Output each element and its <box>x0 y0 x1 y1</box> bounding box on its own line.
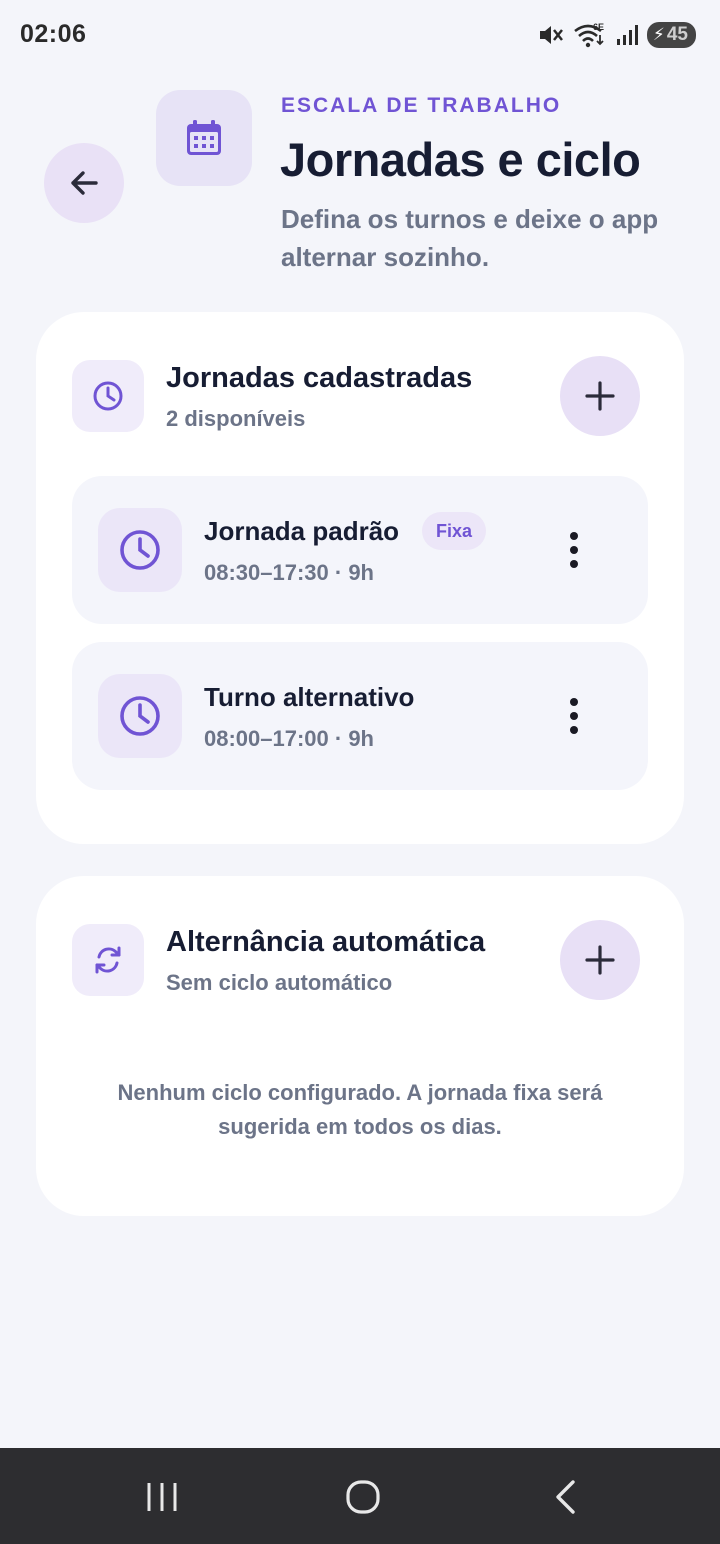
clock-icon <box>120 696 160 736</box>
back-button[interactable] <box>44 143 124 223</box>
more-vertical-icon <box>570 698 578 734</box>
shifts-section-icon-tile <box>72 360 144 432</box>
rotation-section-icon-tile <box>72 924 144 996</box>
battery-level: 45 <box>666 24 688 45</box>
wifi-icon: 6E <box>574 22 604 48</box>
back-icon <box>556 1480 575 1514</box>
shift-list-item[interactable]: Turno alternativo 08:00–17:00 · 9h <box>72 642 648 790</box>
rotation-section-status: Sem ciclo automático <box>166 970 393 995</box>
status-time: 02:06 <box>20 20 87 48</box>
arrow-left-icon <box>71 171 98 195</box>
network-type-label: 6E <box>593 22 604 32</box>
empty-cycle-message: Nenhum ciclo configurado. A jornada fixa… <box>117 1080 603 1139</box>
header-icon-tile <box>156 90 252 186</box>
signal-icon <box>616 25 638 45</box>
recent-apps-button[interactable] <box>132 1472 192 1522</box>
shift-more-button[interactable] <box>554 696 594 736</box>
shift-name: Turno alternativo <box>204 682 415 712</box>
add-cycle-button[interactable] <box>560 920 640 1000</box>
home-icon <box>346 1480 380 1514</box>
shift-icon-tile <box>98 508 182 592</box>
shifts-card: Jornadas cadastradas 2 disponíveis Jorna… <box>36 312 684 844</box>
page-title: Jornadas e ciclo <box>280 133 641 186</box>
plus-icon <box>585 381 615 411</box>
shifts-section-count: 2 disponíveis <box>166 406 306 431</box>
mute-icon <box>539 26 563 44</box>
rotation-card: Alternância automática Sem ciclo automát… <box>36 876 684 1216</box>
shift-icon-tile <box>98 674 182 758</box>
status-icons: 6E ⚡ 45 <box>537 20 696 50</box>
fixed-badge: Fixa <box>422 512 487 550</box>
shift-more-button[interactable] <box>554 530 594 570</box>
calendar-icon <box>187 120 221 155</box>
add-shift-button[interactable] <box>560 356 640 436</box>
shift-name: Jornada padrão <box>204 516 400 546</box>
clock-icon <box>93 381 123 411</box>
rotation-section-title: Alternância automática <box>166 926 486 958</box>
system-back-button[interactable] <box>536 1472 596 1522</box>
clock-icon <box>120 530 160 570</box>
status-bar: 02:06 6E ⚡ 45 <box>0 0 720 70</box>
page-eyebrow: ESCALA DE TRABALHO <box>281 94 562 117</box>
refresh-icon <box>95 946 121 974</box>
shift-list-item[interactable]: Jornada padrão Fixa 08:30–17:30 · 9h <box>72 476 648 624</box>
plus-icon <box>585 945 615 975</box>
page-subtitle: Defina os turnos e deixe o app alternar … <box>281 204 659 272</box>
recent-apps-icon <box>147 1483 177 1511</box>
shift-time: 08:30–17:30 · 9h <box>204 560 374 585</box>
shifts-section-title: Jornadas cadastradas <box>166 362 473 394</box>
battery-charging-icon: ⚡ 45 <box>646 22 696 48</box>
more-vertical-icon <box>570 532 578 568</box>
shift-time: 08:00–17:00 · 9h <box>204 726 374 751</box>
home-button[interactable] <box>333 1472 393 1522</box>
system-nav-bar <box>0 1448 720 1544</box>
